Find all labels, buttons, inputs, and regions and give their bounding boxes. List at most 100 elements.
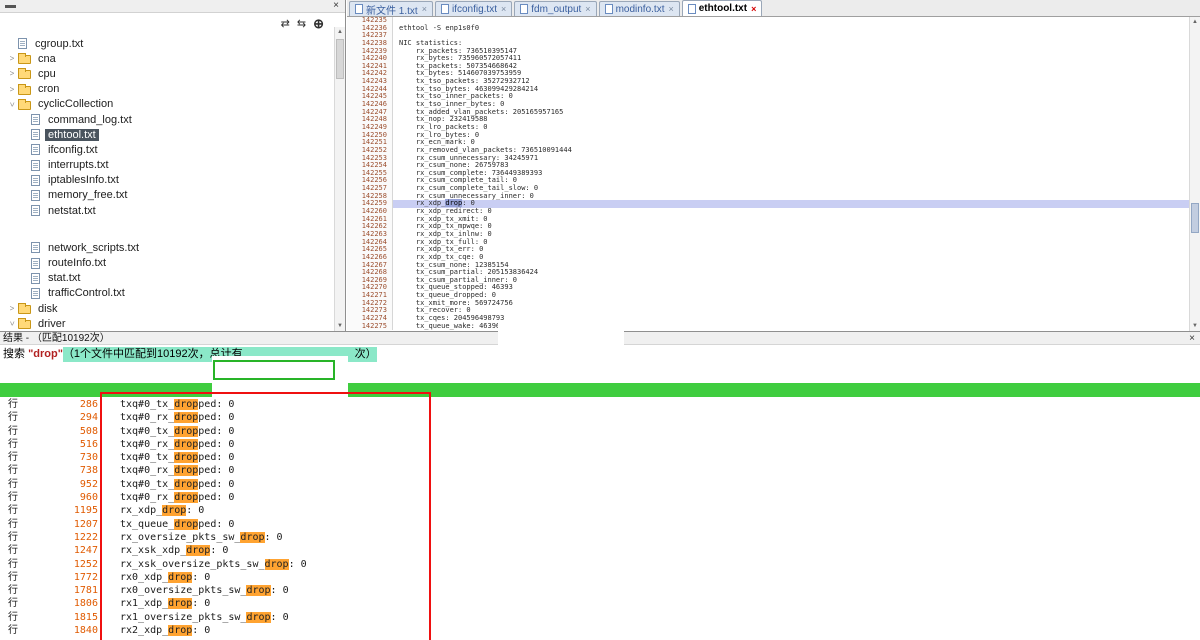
chevron-right-icon[interactable]: >	[6, 85, 18, 94]
file-icon	[31, 190, 40, 201]
tab-新文件 1.txt[interactable]: 新文件 1.txt×	[349, 1, 433, 16]
panel-grip	[5, 5, 16, 8]
tree-item-label: stat.txt	[45, 272, 83, 284]
line-number: 142275	[347, 323, 393, 331]
row-line-label: 行	[0, 425, 20, 438]
chevron-right-icon[interactable]: >	[6, 54, 18, 63]
tree-item-command_log.txt[interactable]: command_log.txt	[0, 112, 334, 127]
file-icon	[31, 144, 40, 155]
tree-item-label: trafficControl.txt	[45, 287, 128, 299]
file-icon	[31, 114, 40, 125]
tree-scrollbar[interactable]: ▲ ▼	[334, 27, 345, 331]
scroll-up-icon[interactable]: ▲	[335, 27, 345, 37]
tab-close-icon[interactable]: ×	[501, 4, 506, 14]
editor-line[interactable]: 142237	[347, 32, 1189, 40]
tab-bar: 新文件 1.txt×ifconfig.txt×fdm_output×modinf…	[347, 0, 1200, 17]
row-line-label: 行	[0, 504, 20, 517]
tree-item-label: netstat.txt	[45, 205, 99, 217]
row-line-number: 730:	[20, 451, 104, 464]
tab-close-icon[interactable]: ×	[668, 4, 673, 14]
annotation-red-box	[100, 392, 431, 640]
tab-ifconfig.txt[interactable]: ifconfig.txt ×	[435, 1, 512, 16]
tree-item-stat.txt[interactable]: stat.txt	[0, 271, 334, 286]
results-title: 结果 - （匹配10192次）	[3, 333, 110, 344]
file-icon	[31, 273, 40, 284]
tab-label: ifconfig.txt	[452, 4, 497, 15]
row-line-number: 294:	[20, 411, 104, 424]
row-line-label: 行	[0, 411, 20, 424]
tab-close-icon[interactable]: ×	[751, 4, 756, 14]
tree-item-cron[interactable]: > cron	[0, 82, 334, 97]
editor-line[interactable]: 142272 tx_xmit_more: 569724756	[347, 300, 1189, 308]
redaction-patch	[498, 321, 624, 348]
tree-scrollbar-thumb[interactable]	[336, 39, 344, 79]
tree-item-cna[interactable]: >cna	[0, 51, 334, 66]
editor-line[interactable]: 142275 tx_queue_wake: 46396	[347, 323, 1189, 331]
editor-scrollbar[interactable]: ▲ ▼	[1189, 17, 1200, 331]
editor-lines: 142235142236ethtool -S enp1s0f0142237142…	[347, 17, 1189, 331]
row-line-number: 1195:	[20, 504, 104, 517]
row-line-number: 960:	[20, 491, 104, 504]
swap-icon[interactable]: ⇆	[297, 17, 306, 31]
tab-close-icon[interactable]: ×	[585, 4, 590, 14]
editor-scrollbar-thumb[interactable]	[1191, 203, 1199, 233]
tab-label: modinfo.txt	[616, 4, 665, 15]
row-line-number: 1772:	[20, 571, 104, 584]
tree-item-iptablesInfo.txt[interactable]: iptablesInfo.txt	[0, 173, 334, 188]
tree-item-memory_free.txt[interactable]: memory_free.txt	[0, 188, 334, 203]
chevron-right-icon[interactable]: >	[6, 69, 18, 78]
scroll-down-icon[interactable]: ▼	[1190, 321, 1200, 331]
tree-item-label: cron	[35, 83, 62, 95]
file-icon	[31, 160, 40, 171]
document-icon	[605, 4, 613, 14]
tree-item-driver[interactable]: >driver	[0, 316, 334, 331]
locate-icon[interactable]: ⊕	[313, 17, 324, 31]
tree-item-cgroup.txt[interactable]: cgroup.txt	[0, 36, 334, 51]
scroll-up-icon[interactable]: ▲	[1190, 17, 1200, 27]
tree-item-label: cgroup.txt	[32, 38, 86, 50]
row-line-label: 行	[0, 571, 20, 584]
tree-item-netstat.txt[interactable]: netstat.txt	[0, 203, 334, 218]
folder-icon	[18, 86, 31, 95]
row-line-label: 行	[0, 518, 20, 531]
editor[interactable]: 142235142236ethtool -S enp1s0f0142237142…	[347, 17, 1200, 331]
folder-icon	[18, 55, 31, 64]
tree-item-cyclicCollection[interactable]: >cyclicCollection	[0, 97, 334, 112]
editor-line[interactable]: 142236ethtool -S enp1s0f0	[347, 25, 1189, 33]
tab-close-icon[interactable]: ×	[422, 4, 427, 14]
tree-item-cpu[interactable]: >cpu	[0, 66, 334, 81]
row-line-label: 行	[0, 597, 20, 610]
tree-item-interrupts.txt[interactable]: interrupts.txt	[0, 158, 334, 173]
tree-item-disk[interactable]: >disk	[0, 301, 334, 316]
row-line-number: 1781:	[20, 584, 104, 597]
document-icon	[355, 4, 363, 14]
sync-icon[interactable]: ⇄	[281, 17, 290, 31]
row-line-label: 行	[0, 531, 20, 544]
summary-prefix: 搜索	[3, 347, 28, 362]
workspace-close-icon[interactable]: ×	[333, 0, 339, 12]
tree-item-trafficControl.txt[interactable]: trafficControl.txt	[0, 286, 334, 301]
tree-item-routeInfo.txt[interactable]: routeInfo.txt	[0, 255, 334, 270]
tree-item-ethtool.txt[interactable]: ethtool.txt	[0, 127, 334, 142]
tree-item-ifconfig.txt[interactable]: ifconfig.txt	[0, 142, 334, 157]
row-line-number: 286:	[20, 398, 104, 411]
row-line-label: 行	[0, 611, 20, 624]
line-text: ethtool -S enp1s0f0	[393, 25, 479, 33]
tree-item-label: ethtool.txt	[45, 129, 99, 141]
folder-icon	[18, 70, 31, 79]
row-line-label: 行	[0, 438, 20, 451]
row-line-number: 1252:	[20, 558, 104, 571]
workspace-panel-header: ×	[0, 0, 345, 13]
chevron-right-icon[interactable]: >	[6, 304, 18, 313]
tab-label: fdm_output	[531, 4, 581, 15]
scroll-down-icon[interactable]: ▼	[335, 321, 345, 331]
chevron-down-icon[interactable]: >	[8, 318, 17, 330]
row-line-label: 行	[0, 558, 20, 571]
tab-modinfo.txt[interactable]: modinfo.txt×	[599, 1, 680, 16]
results-close-icon[interactable]: ×	[1189, 332, 1195, 345]
chevron-down-icon[interactable]: >	[8, 98, 17, 110]
tree-item-network_scripts.txt[interactable]: network_scripts.txt	[0, 240, 334, 255]
tab-fdm_output[interactable]: fdm_output ×	[514, 1, 596, 16]
tab-ethtool.txt[interactable]: ethtool.txt×	[682, 0, 763, 16]
row-line-label: 行	[0, 584, 20, 597]
